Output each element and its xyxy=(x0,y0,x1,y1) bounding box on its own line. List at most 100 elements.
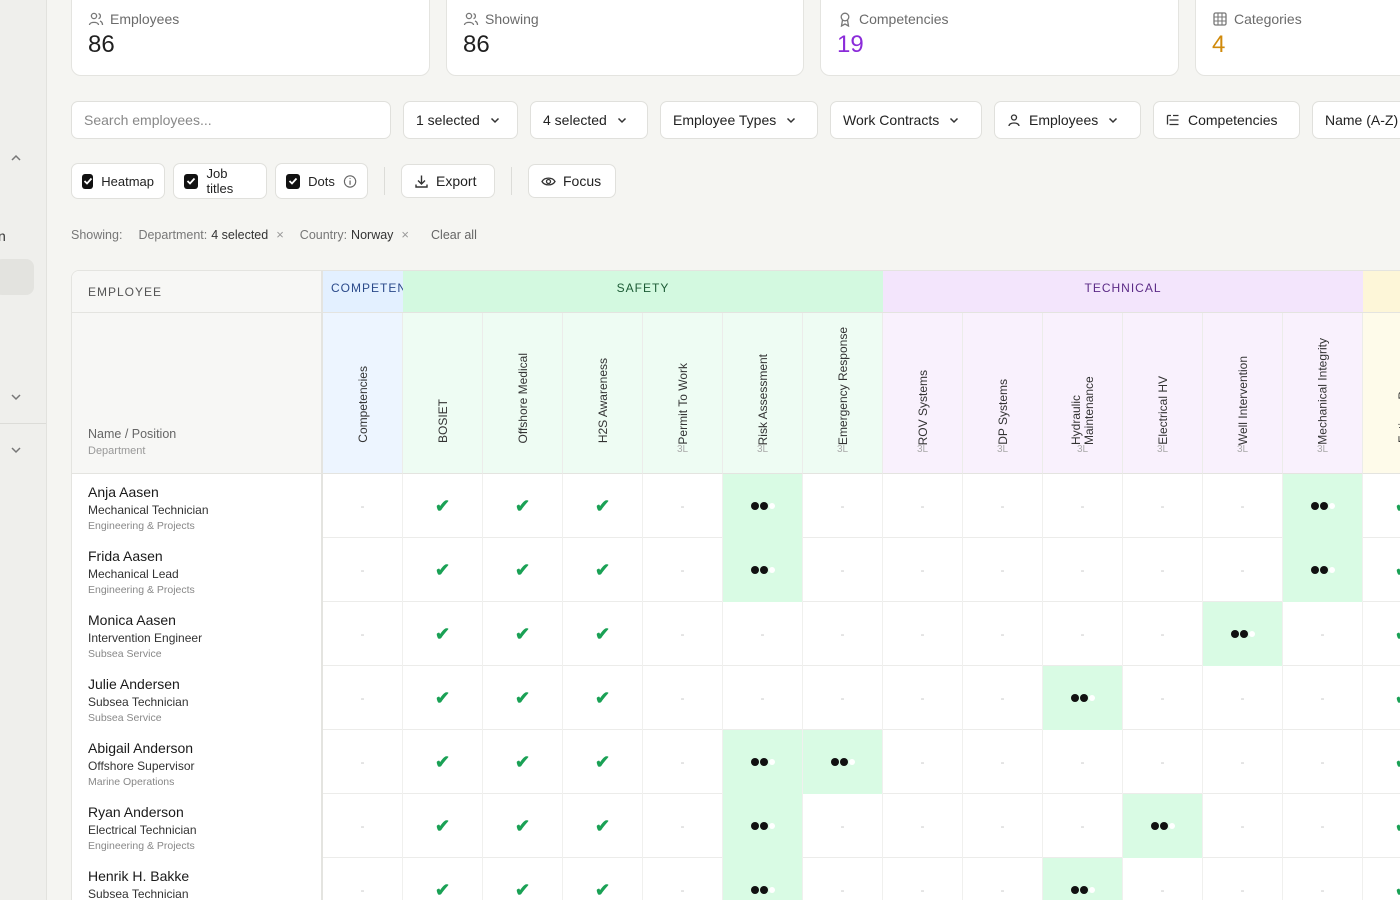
sidebar-item-active[interactable] xyxy=(0,259,34,295)
export-button[interactable]: Export xyxy=(401,164,495,198)
info-icon[interactable] xyxy=(343,174,357,189)
matrix-cell[interactable]: - xyxy=(963,858,1043,900)
matrix-cell[interactable]: - xyxy=(643,794,723,858)
matrix-cell[interactable]: - xyxy=(803,538,883,602)
matrix-cell[interactable]: ✔ xyxy=(1363,858,1400,900)
matrix-cell[interactable] xyxy=(1203,602,1283,666)
matrix-cell[interactable]: - xyxy=(803,602,883,666)
matrix-cell[interactable]: - xyxy=(643,666,723,730)
close-icon[interactable]: × xyxy=(401,227,409,242)
chevron-down-icon[interactable] xyxy=(8,389,24,405)
matrix-cell[interactable]: - xyxy=(1203,730,1283,794)
matrix-cell[interactable]: - xyxy=(323,538,403,602)
table-row[interactable]: Henrik H. BakkeSubsea TechnicianSubsea S… xyxy=(72,858,1400,900)
matrix-cell[interactable]: - xyxy=(1043,474,1123,538)
competency-column-header[interactable]: Permit To Work 3L xyxy=(643,313,723,474)
employee-cell[interactable]: Ryan Anderson Electrical Technician Engine… xyxy=(72,794,323,858)
competency-column-header[interactable]: Mechanical Integrity 3L xyxy=(1283,313,1363,474)
matrix-cell[interactable] xyxy=(723,538,803,602)
matrix-cell[interactable]: ✔ xyxy=(483,858,563,900)
matrix-cell[interactable]: - xyxy=(1043,730,1123,794)
matrix-cell[interactable]: ✔ xyxy=(1363,794,1400,858)
matrix-cell[interactable]: ✔ xyxy=(563,666,643,730)
matrix-cell[interactable]: ✔ xyxy=(483,666,563,730)
matrix-cell[interactable]: ✔ xyxy=(563,794,643,858)
competencies-select[interactable]: Competencies xyxy=(1153,101,1300,139)
matrix-cell[interactable]: ✔ xyxy=(403,666,483,730)
matrix-cell[interactable]: - xyxy=(963,474,1043,538)
matrix-cell[interactable]: - xyxy=(963,794,1043,858)
department-select[interactable]: 1 selected xyxy=(403,101,518,139)
matrix-cell[interactable]: - xyxy=(1123,474,1203,538)
matrix-cell[interactable]: - xyxy=(1203,794,1283,858)
competency-column-header[interactable]: ROV Systems 3L xyxy=(883,313,963,474)
matrix-cell[interactable]: ✔ xyxy=(563,730,643,794)
competency-column-header[interactable]: Offshore Medical xyxy=(483,313,563,474)
matrix-cell[interactable]: - xyxy=(1283,730,1363,794)
matrix-cell[interactable]: - xyxy=(1123,858,1203,900)
employee-cell[interactable]: Henrik H. BakkeSubsea TechnicianSubsea S… xyxy=(72,858,323,900)
employee-cell[interactable]: Frida Aasen Mechanical Lead Engineering & … xyxy=(72,538,323,602)
matrix-cell[interactable]: - xyxy=(883,474,963,538)
matrix-cell[interactable] xyxy=(1043,666,1123,730)
matrix-cell[interactable]: - xyxy=(803,474,883,538)
matrix-cell[interactable]: ✔ xyxy=(483,538,563,602)
matrix-cell[interactable]: ✔ xyxy=(1363,730,1400,794)
matrix-cell[interactable]: ✔ xyxy=(1363,666,1400,730)
employee-cell[interactable]: Abigail Anderson Offshore Supervisor Marin… xyxy=(72,730,323,794)
matrix-cell[interactable]: ✔ xyxy=(1363,602,1400,666)
matrix-cell[interactable]: ✔ xyxy=(483,474,563,538)
matrix-cell[interactable]: - xyxy=(323,730,403,794)
category-header[interactable] xyxy=(1363,271,1400,313)
matrix-cell[interactable]: - xyxy=(1043,602,1123,666)
competency-column-header[interactable]: Electrical HV 3L xyxy=(1123,313,1203,474)
matrix-cell[interactable] xyxy=(1283,474,1363,538)
matrix-cell[interactable]: - xyxy=(643,474,723,538)
matrix-cell[interactable]: ✔ xyxy=(403,858,483,900)
matrix-cell[interactable]: - xyxy=(1283,794,1363,858)
matrix-cell[interactable]: ✔ xyxy=(483,730,563,794)
matrix-cell[interactable]: - xyxy=(963,602,1043,666)
table-row[interactable]: Ryan Anderson Electrical Technician Engine… xyxy=(72,794,1400,858)
matrix-cell[interactable]: - xyxy=(1203,858,1283,900)
matrix-cell[interactable]: ✔ xyxy=(563,602,643,666)
matrix-cell[interactable]: ✔ xyxy=(483,602,563,666)
matrix-cell[interactable]: - xyxy=(963,730,1043,794)
job-titles-toggle[interactable]: Job titles xyxy=(173,163,267,199)
matrix-cell[interactable]: - xyxy=(1123,602,1203,666)
matrix-cell[interactable]: - xyxy=(963,666,1043,730)
matrix-cell[interactable]: - xyxy=(643,538,723,602)
matrix-cell[interactable]: - xyxy=(1043,794,1123,858)
matrix-cell[interactable]: - xyxy=(883,538,963,602)
employee-cell[interactable]: Anja Aasen Mechanical Technician Engineeri… xyxy=(72,474,323,538)
matrix-cell[interactable]: - xyxy=(323,666,403,730)
employees-select[interactable]: Employees xyxy=(994,101,1141,139)
matrix-cell[interactable] xyxy=(1283,538,1363,602)
table-row[interactable]: Monica Aasen Intervention Engineer Subsea … xyxy=(72,602,1400,666)
category-header[interactable]: SAFETY xyxy=(403,271,883,313)
matrix-cell[interactable]: - xyxy=(883,730,963,794)
matrix-cell[interactable] xyxy=(723,474,803,538)
category-header[interactable]: TECHNICAL xyxy=(883,271,1363,313)
employee-cell[interactable]: Monica Aasen Intervention Engineer Subsea … xyxy=(72,602,323,666)
matrix-cell[interactable]: - xyxy=(1283,666,1363,730)
matrix-cell[interactable]: - xyxy=(323,858,403,900)
matrix-cell[interactable]: - xyxy=(803,794,883,858)
matrix-cell[interactable]: ✔ xyxy=(403,730,483,794)
matrix-cell[interactable]: - xyxy=(323,794,403,858)
table-row[interactable]: Anja Aasen Mechanical Technician Engineeri… xyxy=(72,474,1400,538)
close-icon[interactable]: × xyxy=(276,227,284,242)
matrix-cell[interactable]: - xyxy=(803,666,883,730)
matrix-cell[interactable]: - xyxy=(883,602,963,666)
matrix-cell[interactable] xyxy=(723,858,803,900)
matrix-cell[interactable]: - xyxy=(643,730,723,794)
matrix-cell[interactable]: - xyxy=(883,794,963,858)
competency-column-header[interactable]: Risk Assessment 3L xyxy=(723,313,803,474)
matrix-cell[interactable]: ✔ xyxy=(403,474,483,538)
matrix-cell[interactable]: - xyxy=(323,602,403,666)
matrix-cell[interactable]: - xyxy=(1203,474,1283,538)
chevron-up-icon[interactable] xyxy=(8,150,24,166)
matrix-cell[interactable] xyxy=(723,730,803,794)
matrix-cell[interactable]: - xyxy=(643,602,723,666)
matrix-cell[interactable]: - xyxy=(643,858,723,900)
